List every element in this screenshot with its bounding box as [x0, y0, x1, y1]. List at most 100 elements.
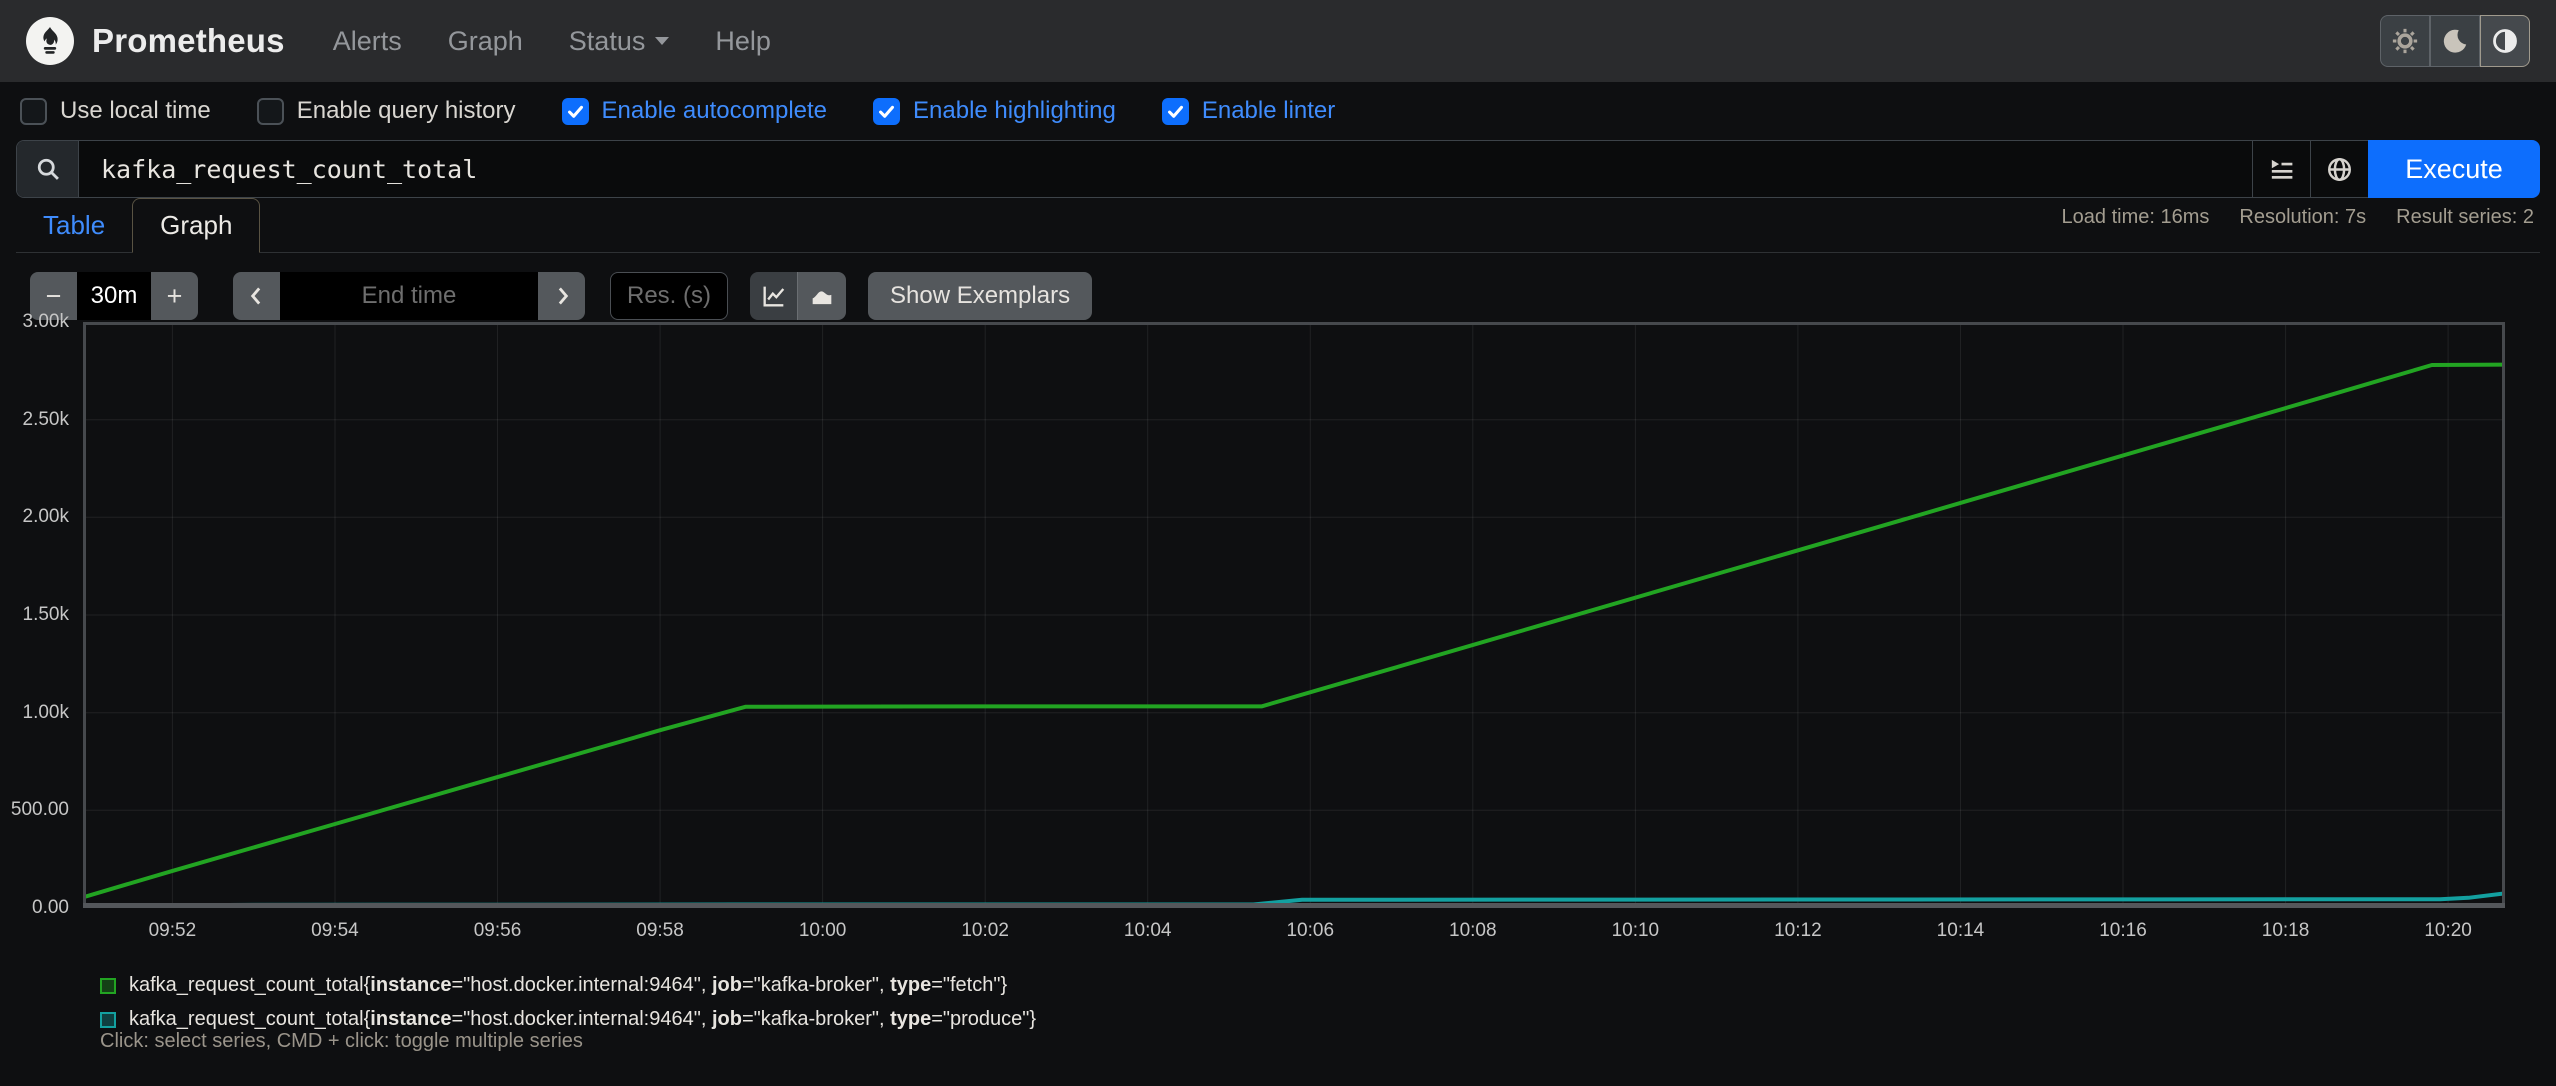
x-tick-label: 09:56	[473, 920, 522, 941]
stat-item: Resolution: 7s	[2239, 206, 2367, 228]
option-label: Enable autocomplete	[601, 97, 828, 124]
legend-series-row[interactable]: kafka_request_count_total{instance="host…	[100, 1008, 1036, 1031]
y-tick-label: 2.00k	[22, 506, 69, 528]
stat-item: Load time: 16ms	[2061, 206, 2210, 228]
y-axis-labels: 0.00 500.00 1.00k 1.50k 2.00k 2.50k 3.00k	[0, 311, 76, 918]
x-tick-label: 10:00	[798, 920, 847, 941]
query-stats: Load time: 16ms Resolution: 7s Result seri…	[2062, 206, 2534, 229]
nav-item-graph[interactable]: Graph	[448, 26, 523, 57]
option-enable-highlighting[interactable]: Enable highlighting	[873, 97, 1116, 125]
checkbox-unchecked[interactable]	[256, 97, 284, 125]
global-query-button[interactable]	[2310, 141, 2368, 197]
metrics-explorer-button[interactable]	[2252, 141, 2310, 197]
option-label: Enable linter	[1201, 97, 1336, 124]
query-bar: Execute	[16, 140, 2540, 198]
line-chart-button[interactable]	[750, 272, 798, 320]
nav-item-status[interactable]: Status	[569, 26, 670, 57]
line-chart-icon	[763, 286, 784, 307]
dark-theme-button[interactable]	[2430, 15, 2480, 67]
series-label: kafka_request_count_total{instance="host…	[129, 974, 1008, 996]
search-icon	[37, 158, 59, 180]
end-time-input[interactable]	[280, 272, 538, 320]
x-tick-label: 09:52	[148, 920, 197, 941]
half-circle-icon	[2493, 29, 2517, 53]
nav-item-alerts[interactable]: Alerts	[333, 26, 402, 57]
x-tick-label: 10:20	[2424, 920, 2472, 941]
prometheus-logo	[26, 17, 74, 65]
option-enable-linter[interactable]: Enable linter	[1161, 97, 1336, 125]
range-increase-button[interactable]: +	[151, 272, 198, 320]
expression-input-group	[16, 140, 2368, 198]
x-tick-label: 10:18	[2261, 920, 2310, 941]
plot-canvas	[83, 322, 2505, 908]
stat-item: Result series: 2	[2396, 206, 2534, 228]
y-tick-label: 2.50k	[22, 408, 69, 430]
globe-icon	[2328, 157, 2351, 181]
metrics-explorer-icon	[2271, 159, 2293, 179]
x-axis-labels: 09:52 09:54 09:56 09:58 10:00 10:02 10:04 10:06…	[83, 920, 2505, 946]
option-use-local-time[interactable]: Use local time	[20, 97, 211, 125]
x-tick-label: 09:54	[311, 920, 359, 941]
option-label: Use local time	[60, 97, 211, 124]
check-icon	[567, 105, 583, 118]
series-color-swatch	[100, 1011, 116, 1028]
options-bar: Use local time Enable query history Enable…	[0, 82, 2556, 140]
y-tick-label: 0.00	[32, 897, 69, 918]
chart-type-toggle	[750, 272, 846, 320]
tab-graph[interactable]: Graph	[132, 198, 261, 253]
execute-button[interactable]: Execute	[2368, 140, 2540, 198]
option-label: Enable query history	[296, 97, 516, 124]
checkbox-checked[interactable]	[1161, 97, 1189, 125]
checkbox-unchecked[interactable]	[20, 97, 47, 125]
time-series-plot[interactable]	[83, 322, 2505, 908]
graph-controls: − + Show Exemplars	[30, 272, 1093, 320]
y-tick-label: 1.50k	[22, 604, 69, 625]
check-icon	[1167, 105, 1183, 118]
y-tick-label: 1.00k	[22, 701, 69, 723]
checkbox-checked[interactable]	[561, 97, 589, 125]
time-back-button[interactable]	[233, 272, 280, 320]
option-enable-autocomplete[interactable]: Enable autocomplete	[561, 97, 828, 125]
check-icon	[879, 105, 894, 118]
y-tick-label: 500.00	[10, 799, 69, 821]
x-tick-label: 10:02	[961, 920, 1009, 941]
y-tick-label: 3.00k	[22, 311, 69, 332]
legend-hint: Click: select series, CMD + click: toggl…	[100, 1030, 583, 1052]
expression-input[interactable]	[79, 141, 2252, 197]
tab-table[interactable]: Table	[16, 199, 132, 252]
nav-item-help[interactable]: Help	[715, 26, 771, 57]
x-tick-label: 10:06	[1286, 920, 1335, 941]
sun-icon	[2392, 28, 2418, 54]
time-forward-button[interactable]	[538, 272, 585, 320]
x-tick-label: 10:10	[1611, 920, 1660, 941]
torch-flame-icon	[43, 26, 58, 54]
series-label: kafka_request_count_total{instance="host…	[129, 1008, 1037, 1030]
moon-icon	[2443, 29, 2467, 53]
checkbox-checked[interactable]	[873, 97, 901, 125]
auto-theme-button[interactable]	[2480, 15, 2530, 67]
x-tick-label: 09:58	[636, 920, 684, 941]
x-tick-label: 10:12	[1774, 920, 1822, 941]
chevron-down-icon	[655, 37, 670, 45]
legend-series-row[interactable]: kafka_request_count_total{instance="host…	[100, 974, 1036, 997]
resolution-input[interactable]	[610, 272, 728, 320]
option-label: Enable highlighting	[913, 97, 1116, 124]
x-tick-label: 10:14	[1936, 920, 1985, 941]
time-navigation	[233, 272, 585, 320]
stacked-chart-button[interactable]	[798, 272, 846, 320]
range-input[interactable]	[77, 272, 151, 320]
main-nav: Alerts Graph Status Help	[333, 26, 771, 57]
series-color-swatch	[100, 977, 116, 994]
x-tick-label: 10:16	[2099, 920, 2147, 941]
top-navbar: Prometheus Alerts Graph Status Help	[0, 0, 2556, 82]
show-exemplars-button[interactable]: Show Exemplars	[868, 272, 1093, 320]
chevron-right-icon	[558, 287, 568, 305]
chevron-left-icon	[250, 287, 260, 305]
x-tick-label: 10:08	[1449, 920, 1497, 941]
search-addon	[17, 141, 79, 197]
light-theme-button[interactable]	[2380, 15, 2430, 67]
app-title[interactable]: Prometheus	[92, 22, 285, 60]
x-tick-label: 10:04	[1123, 920, 1172, 941]
area-chart-icon	[812, 291, 832, 305]
option-enable-query-history[interactable]: Enable query history	[256, 97, 516, 125]
